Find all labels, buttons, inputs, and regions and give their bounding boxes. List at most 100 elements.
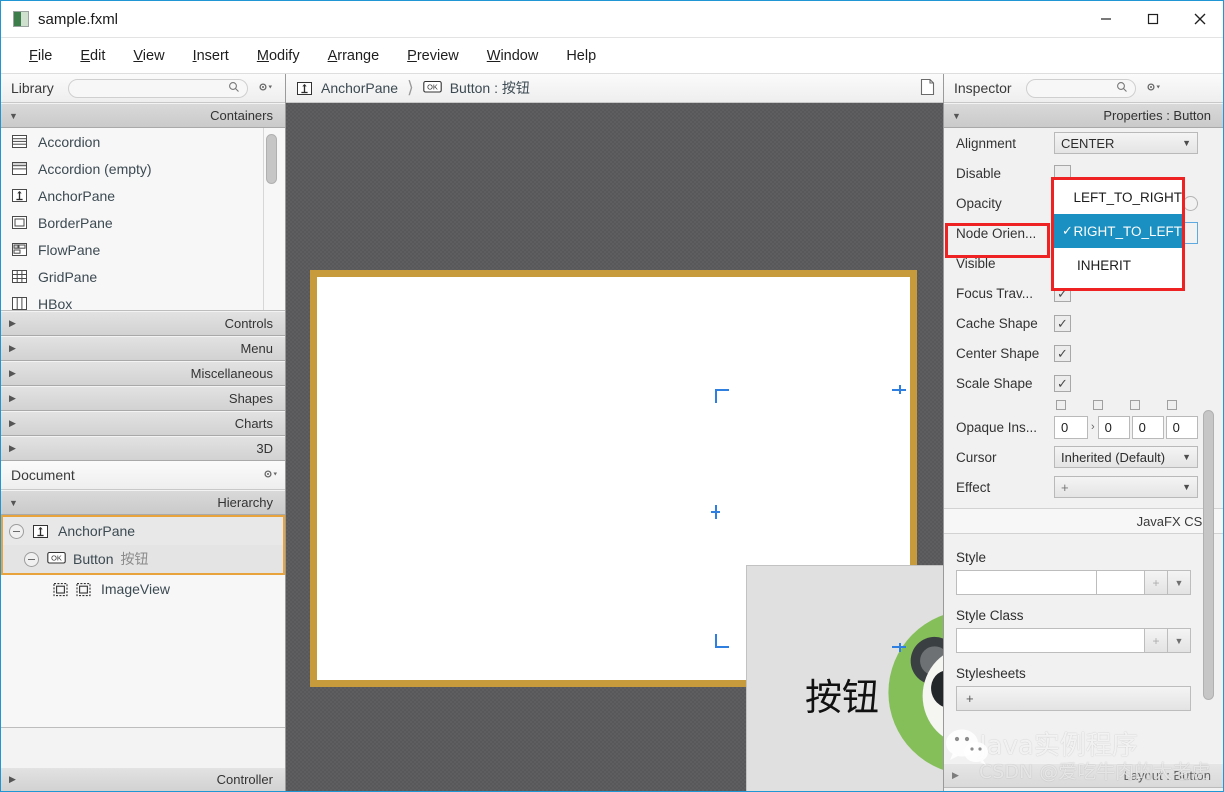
selection-handle[interactable] xyxy=(715,389,717,403)
menu-modify[interactable]: Modify xyxy=(243,45,314,67)
library-scrollbar[interactable] xyxy=(266,134,277,304)
style-label: Style xyxy=(956,550,987,565)
opaque-inset-bottom-input[interactable]: 0 xyxy=(1131,415,1164,439)
chevron-right-icon: ▶ xyxy=(9,343,16,353)
library-section-containers[interactable]: ▼ Containers xyxy=(1,103,285,128)
alignment-combo[interactable]: CENTER ▼ xyxy=(1054,132,1198,154)
center-shape-checkbox[interactable]: ✓ xyxy=(1054,344,1071,362)
library-item-accordion[interactable]: Accordion xyxy=(1,128,285,155)
inspector-header: Inspector xyxy=(944,74,1223,103)
opaque-inset-bottom-checkbox[interactable] xyxy=(1130,400,1140,410)
selection-handle[interactable] xyxy=(715,389,729,391)
style-add-button[interactable]: + xyxy=(1145,570,1168,595)
style-input-secondary[interactable] xyxy=(1097,570,1145,595)
opaque-inset-left-checkbox[interactable] xyxy=(1167,400,1177,410)
tree-row-imageview[interactable]: ImageView xyxy=(1,575,285,603)
node-orientation-dropdown[interactable]: LEFT_TO_RIGHT ✓ RIGHT_TO_LEFT INHERIT xyxy=(1053,179,1183,289)
menu-window[interactable]: Window xyxy=(473,45,553,67)
hierarchy-tree[interactable]: AnchorPane OK Button 按钮 ImageView xyxy=(1,515,285,728)
menu-arrange[interactable]: Arrange xyxy=(314,45,394,67)
selection-handle[interactable] xyxy=(715,505,717,519)
menu-file[interactable]: File xyxy=(15,45,66,67)
selection-handle[interactable] xyxy=(715,646,729,648)
insets-separator: › xyxy=(1091,421,1095,433)
stylesheets-add-button[interactable]: + xyxy=(956,686,1191,711)
library-section-shapes[interactable]: ▶ Shapes xyxy=(1,386,285,411)
library-gear-icon[interactable] xyxy=(257,81,274,96)
opaque-inset-top-input[interactable]: 0 xyxy=(1054,415,1088,439)
library-section-menu[interactable]: ▶ Menu xyxy=(1,336,285,361)
inspector-scrollbar[interactable] xyxy=(1203,410,1214,700)
minimize-icon[interactable] xyxy=(1082,1,1129,38)
opaque-insets-toggles xyxy=(944,398,1223,412)
style-menu-button[interactable]: ▼ xyxy=(1168,570,1191,595)
library-item-label: BorderPane xyxy=(38,214,113,231)
hierarchy-label: Hierarchy xyxy=(217,495,273,510)
cache-shape-checkbox[interactable]: ✓ xyxy=(1054,314,1071,332)
window-title: sample.fxml xyxy=(38,10,119,28)
design-canvas[interactable]: 按钮 xyxy=(286,103,943,791)
dropdown-option-right-to-left[interactable]: ✓ RIGHT_TO_LEFT xyxy=(1054,214,1182,248)
svg-text:OK: OK xyxy=(51,553,62,562)
opaque-inset-right-input[interactable]: 0 xyxy=(1097,415,1130,439)
document-gear-icon[interactable] xyxy=(262,468,279,483)
menu-insert[interactable]: Insert xyxy=(179,45,243,67)
breadcrumb-item-anchorpane[interactable]: AnchorPane xyxy=(296,80,398,97)
document-icon[interactable] xyxy=(920,78,935,99)
menu-edit[interactable]: Edit xyxy=(66,45,119,67)
library-search-input[interactable] xyxy=(67,78,248,98)
inspector-section-properties[interactable]: ▼ Properties : Button xyxy=(944,103,1223,128)
inspector-gear-icon[interactable] xyxy=(1145,81,1162,96)
inspector-search-input[interactable] xyxy=(1025,78,1136,98)
library-item-gridpane[interactable]: GridPane xyxy=(1,263,285,290)
dropdown-option-inherit[interactable]: INHERIT xyxy=(1054,248,1182,282)
scale-shape-checkbox[interactable]: ✓ xyxy=(1054,374,1071,392)
style-class-add-button[interactable]: + xyxy=(1145,628,1168,653)
collapse-toggle-icon[interactable] xyxy=(24,551,39,567)
opaque-inset-left-input[interactable]: 0 xyxy=(1165,415,1198,439)
slider-thumb[interactable] xyxy=(1183,196,1198,211)
library-item-flowpane[interactable]: FlowPane xyxy=(1,236,285,263)
inspector-scrollbar-thumb[interactable] xyxy=(1203,410,1214,700)
property-label: Effect xyxy=(956,479,991,495)
style-class-input[interactable] xyxy=(956,628,1145,653)
library-section-charts[interactable]: ▶ Charts xyxy=(1,411,285,436)
library-item-hbox[interactable]: HBox xyxy=(1,290,285,310)
plus-icon: + xyxy=(1152,633,1160,648)
maximize-icon[interactable] xyxy=(1129,1,1176,38)
effect-combo[interactable]: + ▼ xyxy=(1054,476,1198,498)
tree-row-button[interactable]: OK Button 按钮 xyxy=(3,545,283,573)
breadcrumb-item-button[interactable]: OK Button : 按钮 xyxy=(422,78,530,98)
anchorpane-preview[interactable]: 按钮 xyxy=(310,270,943,791)
selection-handle[interactable] xyxy=(899,643,901,652)
library-header: Library xyxy=(1,74,285,103)
selection-handle[interactable] xyxy=(899,385,901,394)
opaque-inset-top-checkbox[interactable] xyxy=(1056,400,1066,410)
library-section-3d[interactable]: ▶ 3D xyxy=(1,436,285,461)
document-section-controller[interactable]: ▶ Controller xyxy=(1,767,285,791)
library-scrollbar-thumb[interactable] xyxy=(266,134,277,184)
chevron-down-icon: ▼ xyxy=(9,110,18,121)
dropdown-option-left-to-right[interactable]: LEFT_TO_RIGHT xyxy=(1054,180,1182,214)
style-class-menu-button[interactable]: ▼ xyxy=(1168,628,1191,653)
document-section-hierarchy[interactable]: ▼ Hierarchy xyxy=(1,490,285,515)
library-item-list[interactable]: Accordion Accordion (empty) AnchorPane B… xyxy=(1,128,285,311)
library-section-controls[interactable]: ▶ Controls xyxy=(1,311,285,336)
button-preview[interactable]: 按钮 xyxy=(746,565,943,791)
opaque-inset-right-checkbox[interactable] xyxy=(1093,400,1103,410)
library-item-anchorpane[interactable]: AnchorPane xyxy=(1,182,285,209)
breadcrumb-separator: ⟩ xyxy=(407,78,414,97)
library-item-borderpane[interactable]: BorderPane xyxy=(1,209,285,236)
library-section-miscellaneous[interactable]: ▶ Miscellaneous xyxy=(1,361,285,386)
menu-preview[interactable]: Preview xyxy=(393,45,473,67)
library-item-accordion-empty[interactable]: Accordion (empty) xyxy=(1,155,285,182)
inspector-section-layout[interactable]: ▶ Layout : Button xyxy=(944,763,1223,788)
collapse-toggle-icon[interactable] xyxy=(9,523,24,539)
style-input[interactable] xyxy=(956,570,1097,595)
close-icon[interactable] xyxy=(1176,1,1223,38)
cursor-combo[interactable]: Inherited (Default) ▼ xyxy=(1054,446,1198,468)
library-section-label: 3D xyxy=(256,441,273,456)
tree-row-anchorpane[interactable]: AnchorPane xyxy=(3,517,283,545)
menu-view[interactable]: View xyxy=(119,45,178,67)
menu-help[interactable]: Help xyxy=(552,45,610,67)
